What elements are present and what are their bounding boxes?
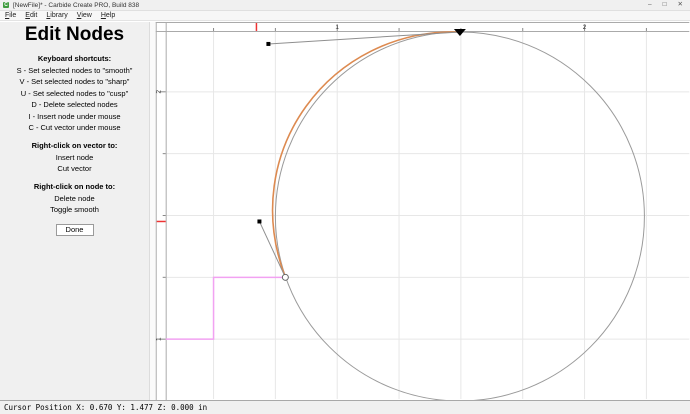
rightclick-vector-heading: Right-click on vector to: [0, 141, 149, 150]
control-handle-dot-left[interactable] [257, 219, 261, 223]
shortcut-insert: I - Insert node under mouse [0, 113, 149, 121]
shortcut-sharp: V - Set selected nodes to "sharp" [0, 78, 149, 86]
node-toggle-smooth: Toggle smooth [0, 206, 149, 214]
h-ruler-label-2: 2 [583, 24, 587, 31]
smooth-node[interactable] [282, 274, 288, 280]
window-controls: – □ ✕ [648, 0, 690, 10]
cursor-position-readout: Cursor Position X: 0.670 Y: 1.477 Z: 0.0… [0, 403, 207, 412]
selected-segment-path[interactable] [273, 32, 460, 277]
done-button[interactable]: Done [56, 224, 94, 236]
control-handle-line-left [259, 221, 285, 277]
main-area: Edit Nodes Keyboard shortcuts: S - Set s… [0, 22, 690, 400]
menubar: File Edit Library View Help [0, 11, 690, 21]
menu-view[interactable]: View [77, 12, 92, 19]
menu-library[interactable]: Library [46, 12, 67, 19]
titlebar: C [NewFile]* - Carbide Create PRO, Build… [0, 0, 690, 11]
shortcuts-heading: Keyboard shortcuts: [0, 54, 149, 63]
vector-cut-vector: Cut vector [0, 165, 149, 173]
design-canvas[interactable]: 1 2 2 1 [155, 22, 690, 400]
node-delete-node: Delete node [0, 195, 149, 203]
v-ruler-label-1: 1 [156, 337, 163, 341]
grid-lines [167, 32, 690, 399]
control-handle-line-top [268, 32, 459, 44]
statusbar: Cursor Position X: 0.670 Y: 1.477 Z: 0.0… [0, 400, 690, 414]
shortcut-delete: D - Delete selected nodes [0, 101, 149, 109]
app-logo-icon: C [3, 2, 9, 8]
maximize-button[interactable]: □ [663, 0, 667, 10]
open-vector-path[interactable] [166, 277, 286, 339]
menu-edit[interactable]: Edit [25, 12, 37, 19]
menu-file[interactable]: File [5, 12, 16, 19]
edit-nodes-panel: Edit Nodes Keyboard shortcuts: S - Set s… [0, 22, 150, 400]
control-handle-dot-top[interactable] [266, 42, 270, 46]
window-title: [NewFile]* - Carbide Create PRO, Build 8… [13, 2, 139, 9]
v-ruler-label-2: 2 [156, 90, 163, 94]
close-button[interactable]: ✕ [678, 0, 683, 10]
minimize-button[interactable]: – [648, 0, 652, 10]
rightclick-node-heading: Right-click on node to: [0, 182, 149, 191]
shortcut-smooth: S - Set selected nodes to "smooth" [0, 67, 149, 75]
h-ruler-label-1: 1 [335, 24, 339, 31]
ruler-frame [156, 22, 690, 400]
menu-help[interactable]: Help [101, 12, 115, 19]
shortcut-cut: C - Cut vector under mouse [0, 124, 149, 132]
vector-insert-node: Insert node [0, 154, 149, 162]
shortcut-cusp: U - Set selected nodes to "cusp" [0, 90, 149, 98]
page-title: Edit Nodes [0, 22, 149, 45]
ruler-ticks [159, 24, 646, 339]
